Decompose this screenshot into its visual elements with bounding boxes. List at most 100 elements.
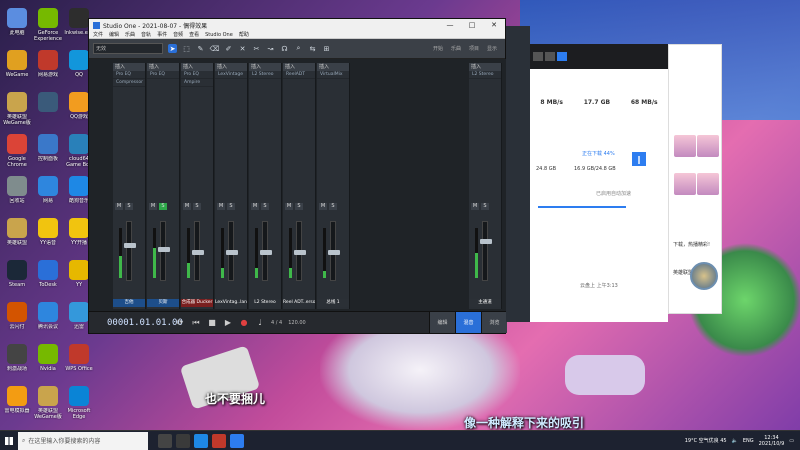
zoom-tool-icon[interactable]: ⌕: [294, 44, 303, 53]
taskbar-search[interactable]: ⌕ 在这里输入你要搜索的内容: [18, 431, 148, 450]
menu-item[interactable]: 文件: [93, 31, 103, 38]
menu-item[interactable]: 音轨: [141, 31, 151, 38]
mute-button[interactable]: M: [471, 203, 479, 210]
studio-one-titlebar[interactable]: Studio One - 2021-08-07 - 偶得效果 — □ ✕: [89, 19, 505, 31]
desktop-icon[interactable]: 网易: [33, 176, 63, 218]
preset-select[interactable]: 无效: [93, 43, 163, 54]
insert-slot[interactable]: LexVintage: [215, 71, 247, 79]
minimize-icon[interactable]: —: [439, 21, 461, 29]
app-tab-icon[interactable]: [557, 52, 567, 61]
solo-button[interactable]: S: [227, 203, 235, 210]
taskbar-app-icon[interactable]: [212, 433, 226, 448]
mute-button[interactable]: M: [115, 203, 123, 210]
desktop-icon[interactable]: WPS Office: [64, 344, 94, 386]
contact-avatar[interactable]: [674, 173, 696, 195]
desktop-icon[interactable]: 控制面板: [33, 134, 63, 176]
volume-fader[interactable]: [124, 221, 136, 281]
fader-handle[interactable]: [226, 249, 238, 255]
tempo-display[interactable]: 120.00: [288, 320, 306, 326]
solo-button[interactable]: S: [481, 203, 489, 210]
volume-fader[interactable]: [158, 221, 170, 281]
maximize-icon[interactable]: □: [461, 21, 483, 29]
mixer-channel-strip[interactable]: 插入 Pro EQ M S 贝斯: [147, 63, 180, 309]
rewind-icon[interactable]: ⏮: [191, 318, 201, 328]
fader-handle[interactable]: [192, 249, 204, 255]
mute-tool-icon[interactable]: ✕: [238, 44, 247, 53]
desktop-icon[interactable]: ToDesk: [33, 260, 63, 302]
bend-tool-icon[interactable]: ↝: [266, 44, 275, 53]
download-window[interactable]: 8 MB/s 17.7 GB 68 MB/s 正在下载 44% 24.8 GB 16…: [530, 44, 668, 322]
pause-icon[interactable]: ‖: [632, 152, 646, 166]
insert-slot[interactable]: Pro EQ: [147, 71, 179, 79]
record-icon[interactable]: ●: [239, 318, 249, 328]
play-icon[interactable]: ▶: [223, 318, 233, 328]
mixer-channel-strip[interactable]: 插入 VirtualMix M S 总线 1: [317, 63, 350, 309]
mute-button[interactable]: M: [149, 203, 157, 210]
desktop-icon[interactable]: 网易游戏: [33, 50, 63, 92]
time-signature[interactable]: 4 / 4: [271, 320, 282, 326]
mixer-channel-strip[interactable]: 插入 L2 Stereo M S 主通道: [469, 63, 502, 309]
studio-one-window[interactable]: Studio One - 2021-08-07 - 偶得效果 — □ ✕ 文件编…: [88, 18, 507, 334]
mixer-channel-strip[interactable]: 插入 L2 Stereo M S L2 Stereo: [249, 63, 282, 309]
insert-slot[interactable]: Pro EQ: [181, 71, 213, 79]
quantize-icon[interactable]: ⊞: [322, 44, 331, 53]
desktop-icon[interactable]: 英雄联盟WeGame版: [33, 386, 63, 428]
insert-slot[interactable]: L2 Stereo: [469, 71, 501, 79]
fader-handle[interactable]: [480, 238, 492, 244]
desktop-icon[interactable]: WeGame: [2, 50, 32, 92]
page-tab[interactable]: 乐曲: [447, 44, 465, 53]
mixer-channel-strip[interactable]: 插入 Pro EQ Ampire M S 合成器 Ducker: [181, 63, 214, 309]
fader-handle[interactable]: [260, 249, 272, 255]
mixer-channel-strip[interactable]: 插入 LexVintage M S LexVintag..lane: [215, 63, 248, 309]
view-tab[interactable]: 浏览: [481, 312, 507, 333]
desktop-icon[interactable]: 英雄联盟WeGame版: [2, 92, 32, 134]
volume-fader[interactable]: [480, 221, 492, 281]
desktop-icon[interactable]: Nvidia: [33, 344, 63, 386]
volume-fader[interactable]: [260, 221, 272, 281]
paint-tool-icon[interactable]: ✐: [224, 44, 233, 53]
desktop-icon[interactable]: [33, 92, 63, 134]
volume-fader[interactable]: [192, 221, 204, 281]
fader-handle[interactable]: [124, 242, 136, 248]
desktop-icon[interactable]: YY语音: [33, 218, 63, 260]
page-tab[interactable]: 项目: [465, 44, 483, 53]
speaker-icon[interactable]: 🔈: [732, 438, 738, 444]
weather-text[interactable]: 19°C 空气优良 45: [685, 437, 727, 444]
volume-fader[interactable]: [294, 221, 306, 281]
desktop-icon[interactable]: 刺激战场: [2, 344, 32, 386]
volume-fader[interactable]: [328, 221, 340, 281]
close-icon[interactable]: ✕: [483, 21, 505, 29]
insert-slot[interactable]: L2 Stereo: [249, 71, 281, 79]
contact-avatar[interactable]: [674, 135, 696, 157]
menu-item[interactable]: 查看: [189, 31, 199, 38]
menu-item[interactable]: 帮助: [239, 31, 249, 38]
solo-button[interactable]: S: [261, 203, 269, 210]
eraser-tool-icon[interactable]: ⌫: [210, 44, 220, 53]
menu-item[interactable]: 事件: [157, 31, 167, 38]
desktop-icon[interactable]: 此电脑: [2, 8, 32, 50]
solo-button[interactable]: S: [125, 203, 133, 210]
mute-button[interactable]: M: [183, 203, 191, 210]
page-tab[interactable]: 显示: [483, 44, 501, 53]
desktop-icon[interactable]: Google Chrome: [2, 134, 32, 176]
notification-icon[interactable]: ▭: [789, 438, 794, 444]
app-tab-icon[interactable]: [545, 52, 555, 61]
mixer-channel-strip[interactable]: 插入 Pro EQ Compressor M S 吉他: [113, 63, 146, 309]
windows-start-icon[interactable]: [0, 431, 18, 450]
split-tool-icon[interactable]: ✂: [252, 44, 261, 53]
menu-item[interactable]: 音频: [173, 31, 183, 38]
insert-slot[interactable]: VirtualMix: [317, 71, 349, 79]
desktop-icon[interactable]: Microsoft Edge: [64, 386, 94, 428]
range-tool-icon[interactable]: ⬚: [182, 44, 191, 53]
menu-item[interactable]: Studio One: [205, 32, 233, 38]
desktop-icon[interactable]: Steam: [2, 260, 32, 302]
solo-button[interactable]: S: [295, 203, 303, 210]
mute-button[interactable]: M: [285, 203, 293, 210]
mixer-channel-strip[interactable]: 插入 ReelADT M S Reel ADT..erso: [283, 63, 316, 309]
desktop-icon[interactable]: GeForce Experience: [33, 8, 63, 50]
insert-slot[interactable]: Ampire: [181, 79, 213, 87]
page-tab[interactable]: 开始: [429, 44, 447, 53]
taskbar-app-icon[interactable]: [230, 433, 244, 448]
mute-button[interactable]: M: [251, 203, 259, 210]
fader-handle[interactable]: [328, 249, 340, 255]
